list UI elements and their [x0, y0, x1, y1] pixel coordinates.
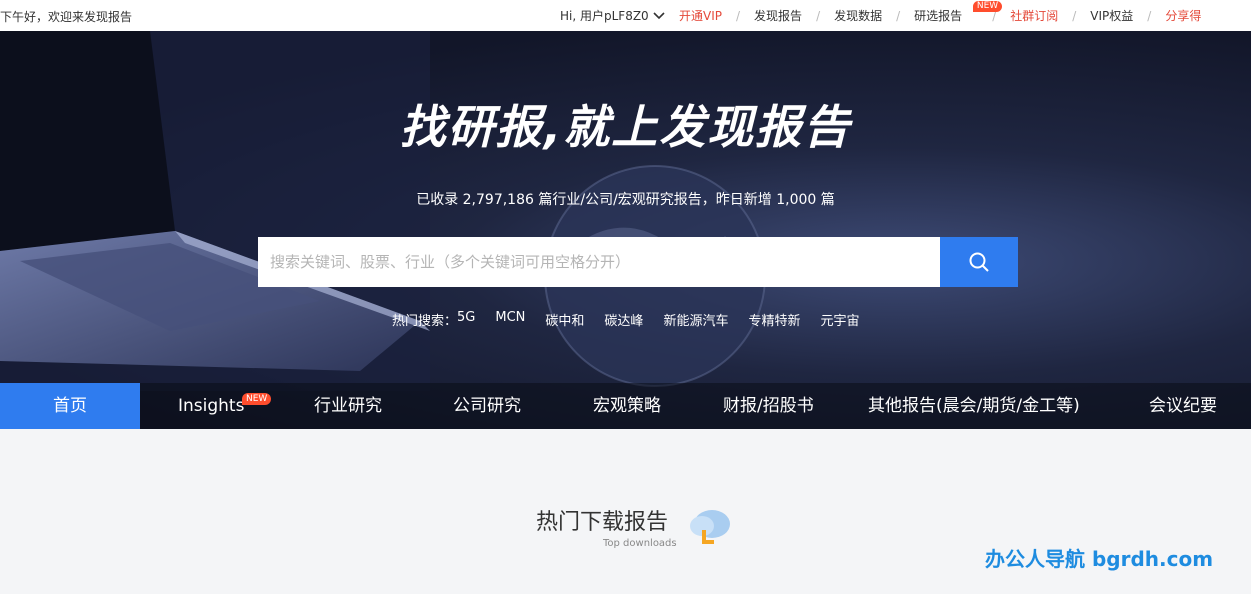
tab-meeting-notes[interactable]: 会议纪要: [1149, 383, 1217, 429]
topnav-item-research-label: 研选报告: [914, 9, 963, 23]
divider: /: [1072, 8, 1077, 23]
chevron-down-icon: [653, 11, 665, 19]
user-menu[interactable]: Hi, 用户pLF8Z0: [560, 7, 665, 24]
topnav-item-vip[interactable]: 开通VIP: [679, 7, 722, 24]
search-input[interactable]: [258, 237, 940, 287]
tab-insights[interactable]: Insights NEW: [178, 383, 272, 429]
section-subtitle: Top downloads: [603, 538, 677, 549]
top-bar: 下午好，欢迎来发现报告 Hi, 用户pLF8Z0 开通VIP / 发现报告 / …: [0, 0, 1251, 31]
hot-searches: 热门搜索： 5G MCN 碳中和 碳达峰 新能源汽车 专精特新 元宇宙: [392, 310, 879, 329]
greeting-text: 下午好，欢迎来发现报告: [0, 10, 133, 24]
topnav-item-reports[interactable]: 发现报告: [754, 7, 802, 24]
hero-stats: 已收录 2,797,186 篇行业/公司/宏观研究报告，昨日新增 1,000 篇: [416, 192, 835, 208]
divider: /: [816, 8, 821, 23]
divider: /: [736, 8, 741, 23]
new-badge: NEW: [972, 1, 1003, 12]
search-icon: [969, 252, 989, 272]
cloud-download-icon: [690, 510, 730, 544]
topnav-item-research[interactable]: 研选报告 NEW: [914, 1, 1003, 24]
hero-banner: 找研报,就上发现报告 已收录 2,797,186 篇行业/公司/宏观研究报告，昨…: [0, 31, 1251, 429]
hot-search-term[interactable]: 新能源汽车: [663, 310, 728, 329]
topnav-item-share[interactable]: 分享得: [1165, 7, 1201, 24]
tab-company-research[interactable]: 公司研究: [453, 383, 521, 429]
tab-financial-reports[interactable]: 财报/招股书: [723, 383, 814, 429]
tab-other-reports[interactable]: 其他报告(晨会/期货/金工等): [868, 383, 1080, 429]
laptop-background-image: [0, 31, 430, 391]
user-name: Hi, 用户pLF8Z0: [560, 9, 649, 23]
hot-search-term[interactable]: 5G: [457, 310, 475, 329]
hot-search-term[interactable]: 专精特新: [748, 310, 800, 329]
top-nav: 开通VIP / 发现报告 / 发现数据 / 研选报告 NEW / 社群订阅 / …: [679, 1, 1201, 24]
tab-macro-strategy[interactable]: 宏观策略: [593, 383, 661, 429]
category-nav: 首页 Insights NEW 行业研究 公司研究 宏观策略 财报/招股书 其他…: [0, 383, 1251, 429]
hot-search-label: 热门搜索：: [392, 314, 458, 329]
topnav-item-data[interactable]: 发现数据: [834, 7, 882, 24]
tab-industry-research[interactable]: 行业研究: [314, 383, 382, 429]
topnav-item-community[interactable]: 社群订阅: [1010, 7, 1058, 24]
tab-insights-label: Insights: [178, 396, 245, 416]
hot-search-term[interactable]: MCN: [495, 310, 525, 329]
hot-search-term[interactable]: 元宇宙: [820, 310, 859, 329]
divider: /: [896, 8, 901, 23]
hot-search-term[interactable]: 碳中和: [545, 310, 584, 329]
hot-search-term[interactable]: 碳达峰: [604, 310, 643, 329]
section-title: 热门下载报告: [536, 510, 669, 535]
divider: /: [1147, 8, 1152, 23]
watermark-text: 办公人导航 bgrdh.com: [985, 547, 1214, 571]
tab-home[interactable]: 首页: [0, 383, 140, 429]
new-badge: NEW: [242, 393, 272, 405]
search-button[interactable]: [940, 237, 1018, 287]
topnav-item-vip-benefits[interactable]: VIP权益: [1090, 7, 1133, 24]
hero-headline: 找研报,就上发现报告: [399, 100, 852, 154]
